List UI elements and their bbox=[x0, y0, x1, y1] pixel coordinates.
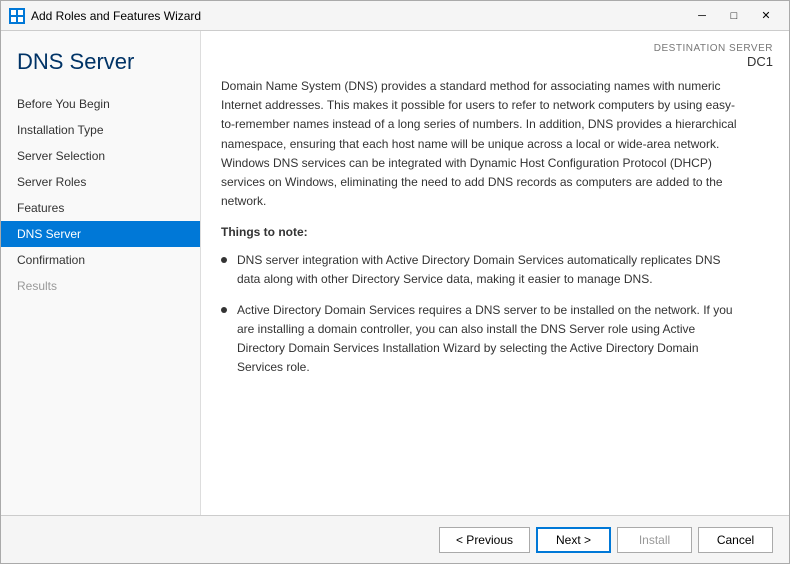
previous-button[interactable]: < Previous bbox=[439, 527, 530, 553]
destination-server-info: DESTINATION SERVER DC1 bbox=[654, 43, 773, 69]
sidebar-item-server-selection[interactable]: Server Selection bbox=[1, 143, 200, 169]
content-area: DNS Server Before You BeginInstallation … bbox=[1, 31, 789, 515]
minimize-button[interactable]: ─ bbox=[687, 6, 717, 26]
install-button[interactable]: Install bbox=[617, 527, 692, 553]
main-content: DESTINATION SERVER DC1 Domain Name Syste… bbox=[201, 31, 789, 515]
window: Add Roles and Features Wizard ─ □ ✕ DNS … bbox=[0, 0, 790, 564]
main-description: Domain Name System (DNS) provides a stan… bbox=[221, 77, 741, 378]
destination-name: DC1 bbox=[654, 54, 773, 69]
app-icon bbox=[9, 8, 25, 24]
sidebar-item-installation-type[interactable]: Installation Type bbox=[1, 117, 200, 143]
close-button[interactable]: ✕ bbox=[751, 6, 781, 26]
bullet-dot-1 bbox=[221, 257, 227, 263]
sidebar-item-before-you-begin[interactable]: Before You Begin bbox=[1, 91, 200, 117]
cancel-button[interactable]: Cancel bbox=[698, 527, 773, 553]
page-title: DNS Server bbox=[1, 39, 200, 91]
bullet-item-1: DNS server integration with Active Direc… bbox=[221, 251, 741, 289]
sidebar-item-dns-server[interactable]: DNS Server bbox=[1, 221, 200, 247]
sidebar-item-confirmation[interactable]: Confirmation bbox=[1, 247, 200, 273]
maximize-button[interactable]: □ bbox=[719, 6, 749, 26]
destination-label: DESTINATION SERVER bbox=[654, 43, 773, 54]
window-title: Add Roles and Features Wizard bbox=[31, 9, 687, 23]
bullet-item-2: Active Directory Domain Services require… bbox=[221, 301, 741, 378]
things-to-note-heading: Things to note: bbox=[221, 223, 741, 242]
footer: < Previous Next > Install Cancel bbox=[1, 515, 789, 563]
next-button[interactable]: Next > bbox=[536, 527, 611, 553]
bullet-list: DNS server integration with Active Direc… bbox=[221, 251, 741, 378]
sidebar-item-server-roles[interactable]: Server Roles bbox=[1, 169, 200, 195]
bullet-text-1: DNS server integration with Active Direc… bbox=[237, 251, 741, 289]
navigation: Before You BeginInstallation TypeServer … bbox=[1, 91, 200, 299]
window-controls: ─ □ ✕ bbox=[687, 6, 781, 26]
sidebar-item-features[interactable]: Features bbox=[1, 195, 200, 221]
title-bar: Add Roles and Features Wizard ─ □ ✕ bbox=[1, 1, 789, 31]
description-text: Domain Name System (DNS) provides a stan… bbox=[221, 77, 741, 211]
bullet-dot-2 bbox=[221, 307, 227, 313]
sidebar-item-results: Results bbox=[1, 273, 200, 299]
bullet-text-2: Active Directory Domain Services require… bbox=[237, 301, 741, 378]
sidebar: DNS Server Before You BeginInstallation … bbox=[1, 31, 201, 515]
